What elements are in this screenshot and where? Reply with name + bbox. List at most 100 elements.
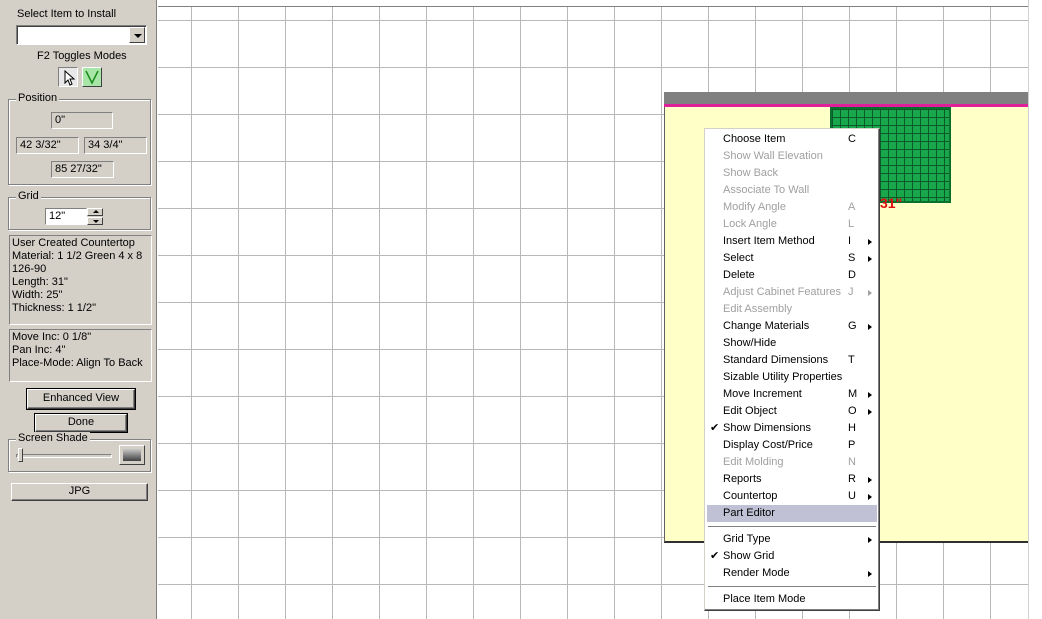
menu-item-label: Change Materials bbox=[723, 320, 810, 332]
menu-item-display-cost-price[interactable]: Display Cost/Price P bbox=[707, 437, 877, 454]
canvas-right-edge bbox=[1028, 0, 1042, 619]
submenu-arrow-icon bbox=[868, 392, 872, 398]
menu-item-label: Render Mode bbox=[723, 567, 790, 579]
checkmark-icon: ✔ bbox=[710, 422, 720, 434]
screen-shade-slider[interactable] bbox=[16, 448, 112, 462]
menu-item-label: Select bbox=[723, 252, 754, 264]
shade-preview-button[interactable] bbox=[119, 445, 145, 465]
menu-item-label: Standard Dimensions bbox=[723, 354, 829, 366]
grid-spinner[interactable] bbox=[87, 208, 103, 225]
submenu-arrow-icon bbox=[868, 571, 872, 577]
status-info-line: Move Inc: 0 1/8" bbox=[12, 331, 92, 343]
menu-item-shortcut: A bbox=[848, 201, 856, 213]
menu-item-choose-item[interactable]: Choose Item C bbox=[707, 131, 877, 148]
spin-down-button[interactable] bbox=[87, 217, 103, 225]
done-button[interactable]: Done bbox=[35, 414, 127, 432]
grid-size-field[interactable]: 12" bbox=[45, 208, 87, 225]
menu-item-shortcut: R bbox=[848, 473, 856, 485]
menu-item-grid-type[interactable]: Grid Type bbox=[707, 531, 877, 548]
menu-item-label: Edit Object bbox=[723, 405, 777, 417]
menu-item-delete[interactable]: Delete D bbox=[707, 267, 877, 284]
menu-item-label: Move Increment bbox=[723, 388, 802, 400]
select-item-dropdown[interactable] bbox=[16, 25, 147, 45]
design-canvas[interactable]: 31" bbox=[158, 0, 1042, 619]
dimension-label: 31" bbox=[880, 195, 903, 211]
menu-item-move-increment[interactable]: Move Increment M bbox=[707, 386, 877, 403]
menu-item-label: Show Back bbox=[723, 167, 779, 179]
item-info-line: Material: 1 1/2 Green 4 x 8 bbox=[12, 250, 143, 262]
menu-separator bbox=[707, 582, 877, 591]
menu-item-show-grid[interactable]: ✔ Show Grid bbox=[707, 548, 877, 565]
shade-gradient-icon bbox=[123, 449, 141, 461]
menu-item-label: Place Item Mode bbox=[723, 593, 806, 605]
enhanced-view-button[interactable]: Enhanced View bbox=[27, 389, 135, 409]
menu-item-sizable-utility-properties[interactable]: Sizable Utility Properties bbox=[707, 369, 877, 386]
chevron-down-icon bbox=[93, 220, 99, 223]
position-h-field[interactable]: 85 27/32" bbox=[51, 161, 114, 178]
menu-item-standard-dimensions[interactable]: Standard Dimensions T bbox=[707, 352, 877, 369]
menu-item-show-dimensions[interactable]: ✔ Show Dimensions H bbox=[707, 420, 877, 437]
item-info-line: Length: 31" bbox=[12, 276, 68, 288]
menu-item-label: Modify Angle bbox=[723, 201, 786, 213]
menu-item-show-hide[interactable]: Show/Hide bbox=[707, 335, 877, 352]
position-y-field[interactable]: 34 3/4" bbox=[84, 137, 147, 154]
menu-item-place-item-mode[interactable]: Place Item Mode bbox=[707, 591, 877, 608]
menu-item-modify-angle: Modify Angle A bbox=[707, 199, 877, 216]
menu-item-shortcut: M bbox=[848, 388, 858, 400]
status-info-line: Pan Inc: 4" bbox=[12, 344, 66, 356]
menu-item-label: Associate To Wall bbox=[723, 184, 810, 196]
chevron-down-icon bbox=[134, 34, 142, 38]
menu-item-shortcut: D bbox=[848, 269, 856, 281]
menu-item-label: Show Grid bbox=[723, 550, 775, 562]
menu-item-change-materials[interactable]: Change Materials G bbox=[707, 318, 877, 335]
render-mode-button[interactable] bbox=[82, 67, 102, 87]
menu-item-label: Edit Assembly bbox=[723, 303, 793, 315]
jpg-button[interactable]: JPG bbox=[11, 483, 148, 501]
wall[interactable] bbox=[664, 92, 1028, 104]
menu-item-shortcut: P bbox=[848, 439, 856, 451]
menu-item-label: Part Editor bbox=[723, 507, 775, 519]
submenu-arrow-icon bbox=[868, 477, 872, 483]
menu-item-label: Delete bbox=[723, 269, 755, 281]
menu-item-label: Display Cost/Price bbox=[723, 439, 813, 451]
item-info-line: Thickness: 1 1/2" bbox=[12, 302, 96, 314]
menu-item-label: Sizable Utility Properties bbox=[723, 371, 843, 383]
spin-up-button[interactable] bbox=[87, 208, 103, 216]
menu-item-show-wall-elevation: Show Wall Elevation bbox=[707, 148, 877, 165]
menu-item-render-mode[interactable]: Render Mode bbox=[707, 565, 877, 582]
menu-item-shortcut: H bbox=[848, 422, 856, 434]
item-info-line: 126-90 bbox=[12, 263, 47, 275]
menu-item-countertop[interactable]: Countertop U bbox=[707, 488, 877, 505]
green-v-icon bbox=[85, 70, 99, 85]
menu-item-reports[interactable]: Reports R bbox=[707, 471, 877, 488]
menu-item-label: Choose Item bbox=[723, 133, 786, 145]
select-item-label: Select Item to Install bbox=[17, 8, 117, 20]
context-menu[interactable]: Choose Item C Show Wall Elevation Show Back… bbox=[704, 128, 880, 611]
position-title: Position bbox=[16, 92, 60, 104]
menu-item-part-editor[interactable]: Part Editor bbox=[707, 505, 877, 522]
menu-item-show-back: Show Back bbox=[707, 165, 877, 182]
menu-item-lock-angle: Lock Angle L bbox=[707, 216, 877, 233]
dropdown-button[interactable] bbox=[129, 27, 145, 43]
submenu-arrow-icon bbox=[868, 494, 872, 500]
menu-item-associate-to-wall: Associate To Wall bbox=[707, 182, 877, 199]
menu-item-select[interactable]: Select S bbox=[707, 250, 877, 267]
submenu-arrow-icon bbox=[868, 256, 872, 262]
menu-separator bbox=[707, 522, 877, 531]
status-info-box: Move Inc: 0 1/8" Pan Inc: 4" Place-Mode:… bbox=[9, 329, 152, 382]
position-x-field[interactable]: 42 3/32" bbox=[16, 137, 79, 154]
slider-thumb[interactable] bbox=[18, 448, 23, 462]
select-mode-button[interactable] bbox=[58, 67, 78, 87]
menu-item-label: Grid Type bbox=[723, 533, 771, 545]
position-z-field[interactable]: 0" bbox=[51, 112, 113, 129]
checkmark-icon: ✔ bbox=[710, 550, 720, 562]
left-panel: Select Item to Install F2 Toggles Modes … bbox=[0, 0, 157, 619]
submenu-arrow-icon bbox=[868, 239, 872, 245]
menu-item-shortcut: N bbox=[848, 456, 856, 468]
menu-item-insert-item-method[interactable]: Insert Item Method I bbox=[707, 233, 877, 250]
menu-item-shortcut: T bbox=[848, 354, 855, 366]
menu-item-shortcut: I bbox=[848, 235, 852, 247]
menu-item-label: Adjust Cabinet Features bbox=[723, 286, 842, 298]
arrow-pointer-icon bbox=[64, 69, 76, 86]
menu-item-edit-object[interactable]: Edit Object O bbox=[707, 403, 877, 420]
